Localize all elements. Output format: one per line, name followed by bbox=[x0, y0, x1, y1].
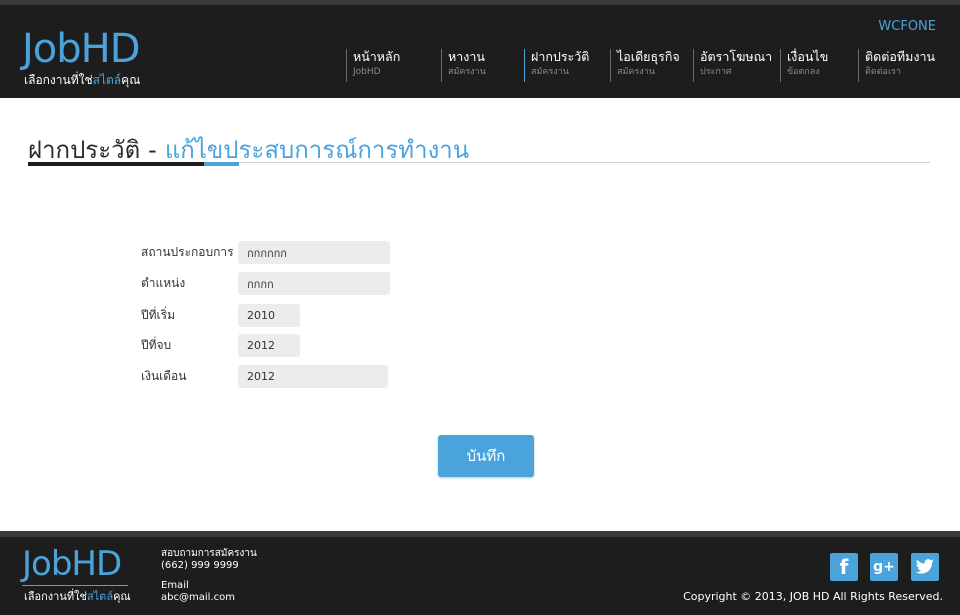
footer-logo[interactable]: JobHD เลือกงานที่ใช่สไตล์คุณ bbox=[22, 544, 131, 603]
nav-item-title: เงื่อนไข bbox=[787, 49, 829, 64]
nav-item-home[interactable]: หน้าหลัก JobHD bbox=[346, 49, 441, 82]
logo-tagline: เลือกงานที่ใช่สไตล์คุณ bbox=[24, 71, 140, 90]
nav-item-subtitle: ติดต่อเรา bbox=[865, 67, 901, 77]
page-title-sub: แก้ไขประสบการณ์การทำงาน bbox=[164, 136, 470, 164]
salary-label: เงินเดือน bbox=[141, 369, 187, 383]
nav-item-find-job[interactable]: หางาน สมัครงาน bbox=[441, 49, 524, 82]
nav-item-title: หน้าหลัก bbox=[353, 49, 401, 64]
facebook-icon[interactable]: f bbox=[830, 553, 858, 581]
nav-item-subtitle: ข้อตกลง bbox=[787, 67, 820, 77]
footer-logo-text: JobHD bbox=[22, 544, 122, 584]
contact-phone: (662) 999 9999 bbox=[161, 560, 239, 571]
footer-tagline-accent: สไตล์ bbox=[86, 590, 114, 603]
footer-contact: สอบถามการสมัครงาน (662) 999 9999 Email a… bbox=[161, 548, 257, 604]
user-name-link[interactable]: WCFONE bbox=[878, 19, 936, 34]
position-label: ตำแหน่ง bbox=[141, 276, 186, 290]
tagline-main: เลือกงานที่ใช่ bbox=[24, 73, 93, 87]
site-logo[interactable]: JobHD เลือกงานที่ใช่สไตล์คุณ bbox=[22, 26, 141, 87]
end-year-input[interactable] bbox=[238, 334, 300, 357]
position-input[interactable] bbox=[238, 272, 390, 295]
nav-item-title: ฝากประวัติ bbox=[531, 49, 590, 64]
nav-item-terms[interactable]: เงื่อนไข ข้อตกลง bbox=[780, 49, 858, 82]
nav-item-subtitle: สมัครงาน bbox=[448, 67, 486, 77]
end-year-label: ปีที่จบ bbox=[141, 338, 172, 352]
main-nav: หน้าหลัก JobHD หางาน สมัครงาน ฝากประวัติ… bbox=[346, 49, 953, 82]
contact-email-label: Email bbox=[161, 580, 189, 591]
nav-item-subtitle: สมัครงาน bbox=[617, 67, 655, 77]
twitter-bird-glyph bbox=[915, 559, 934, 574]
title-accent-bar-blue bbox=[204, 162, 239, 166]
page-title-main: ฝากประวัติ bbox=[28, 136, 141, 164]
company-label: สถานประกอบการ bbox=[141, 245, 234, 259]
google-plus-icon[interactable]: g+ bbox=[870, 553, 898, 581]
nav-item-ad-rates[interactable]: อัตราโฆษณา ประกาศ bbox=[693, 49, 780, 82]
page-title-separator: - bbox=[148, 136, 157, 164]
logo-text: JobHD bbox=[22, 26, 141, 72]
nav-item-resume[interactable]: ฝากประวัติ สมัครงาน bbox=[524, 49, 610, 82]
nav-item-title: อัตราโฆษณา bbox=[700, 49, 773, 64]
nav-item-subtitle: JobHD bbox=[353, 67, 381, 77]
nav-item-title: หางาน bbox=[448, 49, 485, 64]
start-year-label: ปีที่เริ่ม bbox=[141, 308, 175, 322]
nav-item-title: ติดต่อทีมงาน bbox=[865, 49, 936, 64]
nav-item-subtitle: สมัครงาน bbox=[531, 67, 569, 77]
nav-item-business-ideas[interactable]: ไอเดียธุรกิจ สมัครงาน bbox=[610, 49, 693, 82]
salary-input[interactable] bbox=[238, 365, 388, 388]
title-accent-bar-dark bbox=[28, 162, 204, 166]
nav-item-title: ไอเดียธุรกิจ bbox=[617, 49, 680, 64]
contact-email[interactable]: abc@mail.com bbox=[161, 592, 257, 604]
twitter-icon[interactable] bbox=[911, 553, 939, 581]
site-header: JobHD เลือกงานที่ใช่สไตล์คุณ WCFONE หน้า… bbox=[0, 5, 960, 98]
save-button[interactable]: บันทึก bbox=[438, 435, 534, 477]
footer-logo-tagline: เลือกงานที่ใช่สไตล์คุณ bbox=[24, 587, 131, 605]
footer-tagline-end: คุณ bbox=[113, 590, 131, 603]
contact-gap bbox=[161, 572, 257, 580]
start-year-input[interactable] bbox=[238, 304, 300, 327]
contact-title: สอบถามการสมัครงาน bbox=[161, 548, 257, 559]
nav-item-contact[interactable]: ติดต่อทีมงาน ติดต่อเรา bbox=[858, 49, 953, 82]
footer-tagline-main: เลือกงานที่ใช่ bbox=[24, 590, 87, 603]
tagline-end: คุณ bbox=[121, 73, 141, 87]
tagline-accent: สไตล์ bbox=[92, 73, 122, 87]
nav-item-subtitle: ประกาศ bbox=[700, 67, 732, 77]
copyright-text: Copyright © 2013, JOB HD All Rights Rese… bbox=[683, 590, 943, 603]
site-footer: JobHD เลือกงานที่ใช่สไตล์คุณ สอบถามการสม… bbox=[0, 537, 960, 615]
footer-logo-underline bbox=[22, 585, 128, 586]
company-input[interactable] bbox=[238, 241, 390, 264]
